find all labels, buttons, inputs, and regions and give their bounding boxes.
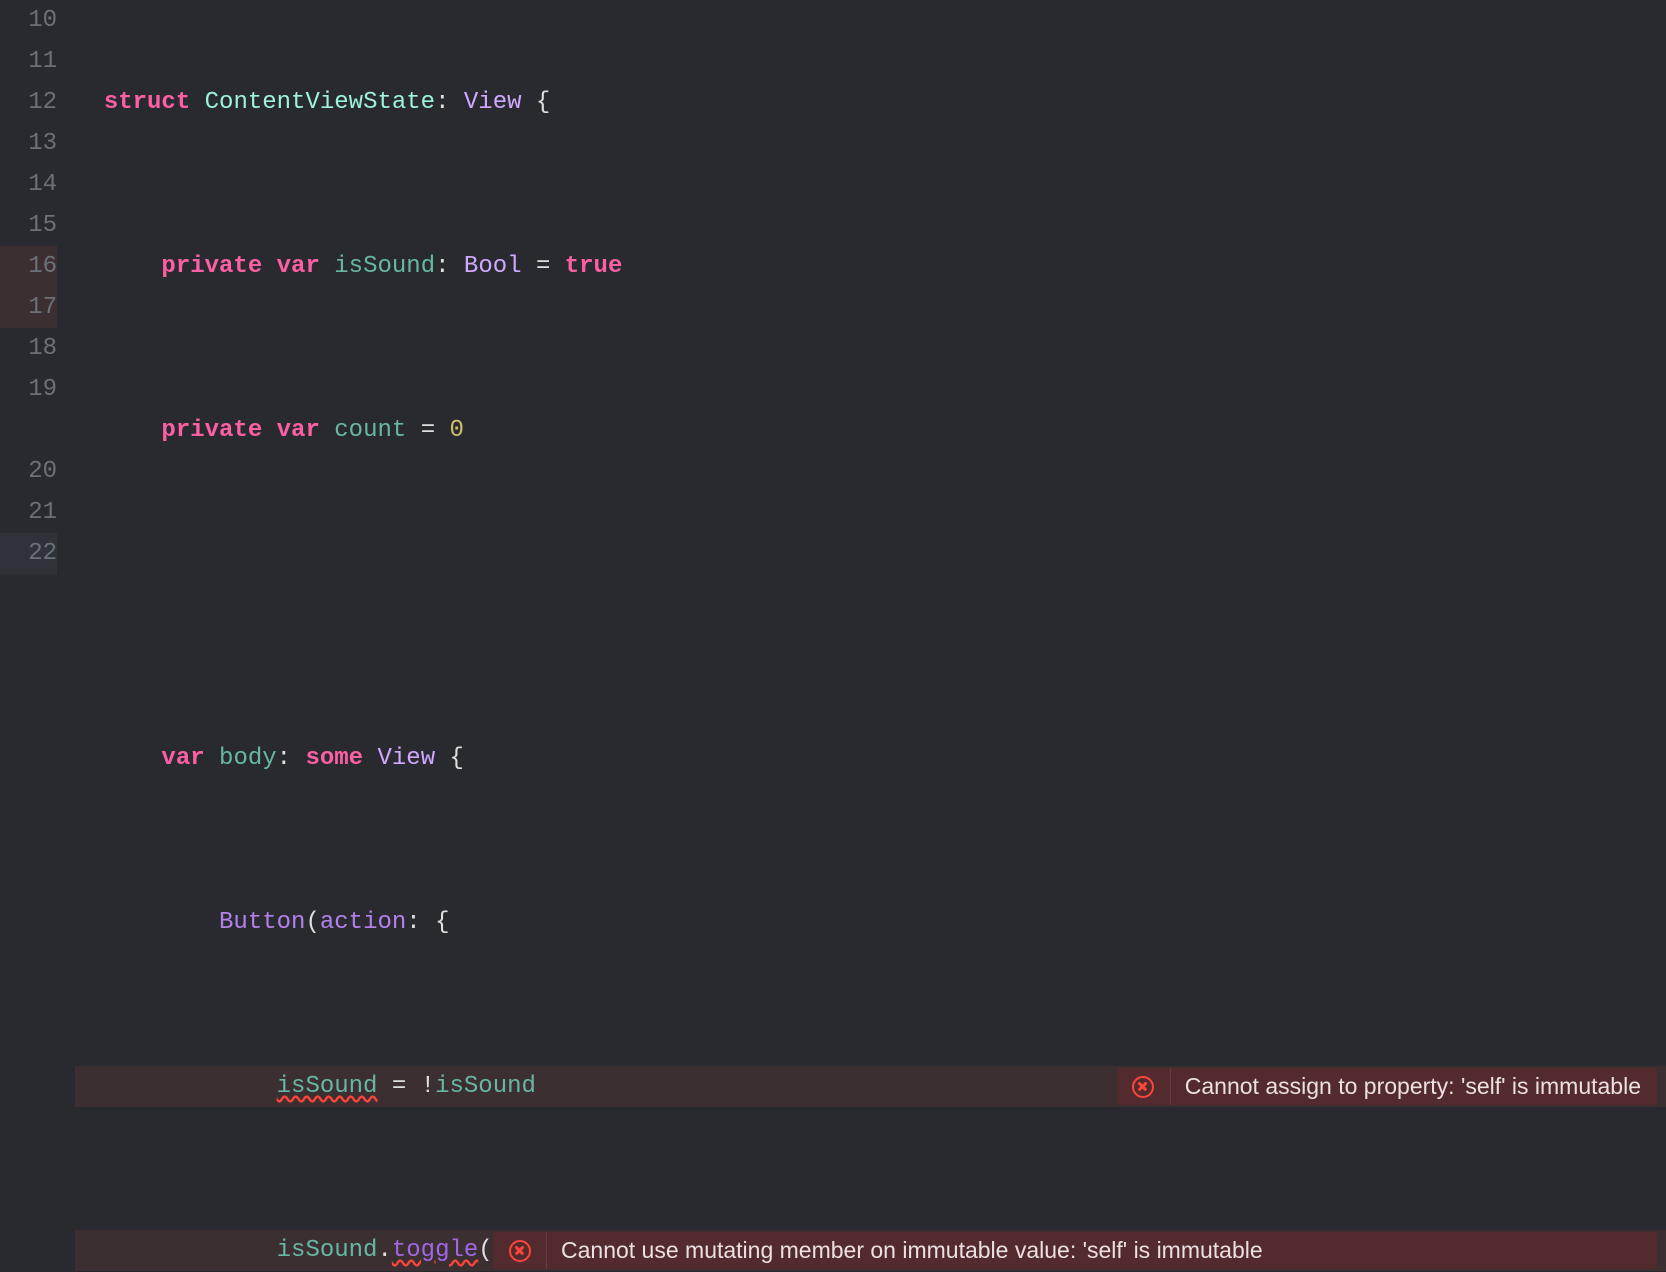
protocol-name: View: [464, 82, 522, 123]
prop-name: count: [334, 410, 406, 451]
prop-name: isSound: [334, 246, 435, 287]
line-number: 18: [0, 328, 57, 369]
line-number: 19: [0, 369, 57, 410]
code-line[interactable]: Button(action: {: [75, 902, 1666, 943]
inline-error[interactable]: Cannot use mutating member on immutable …: [493, 1232, 1657, 1269]
code-line[interactable]: private var count = 0: [75, 410, 1666, 451]
code-line-error[interactable]: isSound = !isSound Cannot assign to prop…: [75, 1066, 1666, 1107]
line-number: 12: [0, 82, 57, 123]
line-number: 10: [0, 0, 57, 41]
line-gutter: 10111213141516171819 202122: [0, 0, 75, 636]
inline-error[interactable]: Cannot assign to property: 'self' is imm…: [1117, 1068, 1657, 1105]
line-number: 14: [0, 164, 57, 205]
line-number: 20: [0, 451, 57, 492]
code-editor[interactable]: 10111213141516171819 202122 struct Conten…: [0, 0, 1666, 636]
keyword-struct: struct: [104, 82, 190, 123]
line-number: 13: [0, 123, 57, 164]
keyword-var: var: [277, 246, 320, 287]
code-line[interactable]: var body: some View {: [75, 738, 1666, 779]
error-message: Cannot assign to property: 'self' is imm…: [1171, 1068, 1657, 1105]
type-name: ContentViewState: [205, 82, 435, 123]
code-area[interactable]: struct ContentViewState: View { private …: [75, 0, 1666, 636]
line-number: 17: [0, 287, 57, 328]
error-message: Cannot use mutating member on immutable …: [547, 1232, 1279, 1269]
arg-action: action: [320, 902, 406, 943]
line-number: 11: [0, 41, 57, 82]
call-toggle: toggle: [392, 1230, 478, 1271]
code-line[interactable]: private var isSound: Bool = true: [75, 246, 1666, 287]
error-icon[interactable]: [493, 1232, 547, 1269]
ident-issound: isSound: [277, 1066, 378, 1107]
line-number: 16: [0, 246, 57, 287]
line-number: 21: [0, 492, 57, 533]
code-line[interactable]: [75, 574, 1666, 615]
bool-literal: true: [565, 246, 623, 287]
type-bool: Bool: [464, 246, 522, 287]
keyword-private: private: [161, 246, 262, 287]
line-number: 15: [0, 205, 57, 246]
prop-body: body: [219, 738, 277, 779]
code-line-error[interactable]: isSound.toggle() Cannot use mutating mem…: [75, 1230, 1666, 1271]
error-icon[interactable]: [1117, 1068, 1171, 1105]
keyword-some: some: [305, 738, 363, 779]
int-literal: 0: [450, 410, 464, 451]
call-button: Button: [219, 902, 305, 943]
code-line[interactable]: struct ContentViewState: View {: [75, 82, 1666, 123]
line-number: 22: [0, 533, 57, 574]
line-number-continuation: [0, 410, 57, 451]
